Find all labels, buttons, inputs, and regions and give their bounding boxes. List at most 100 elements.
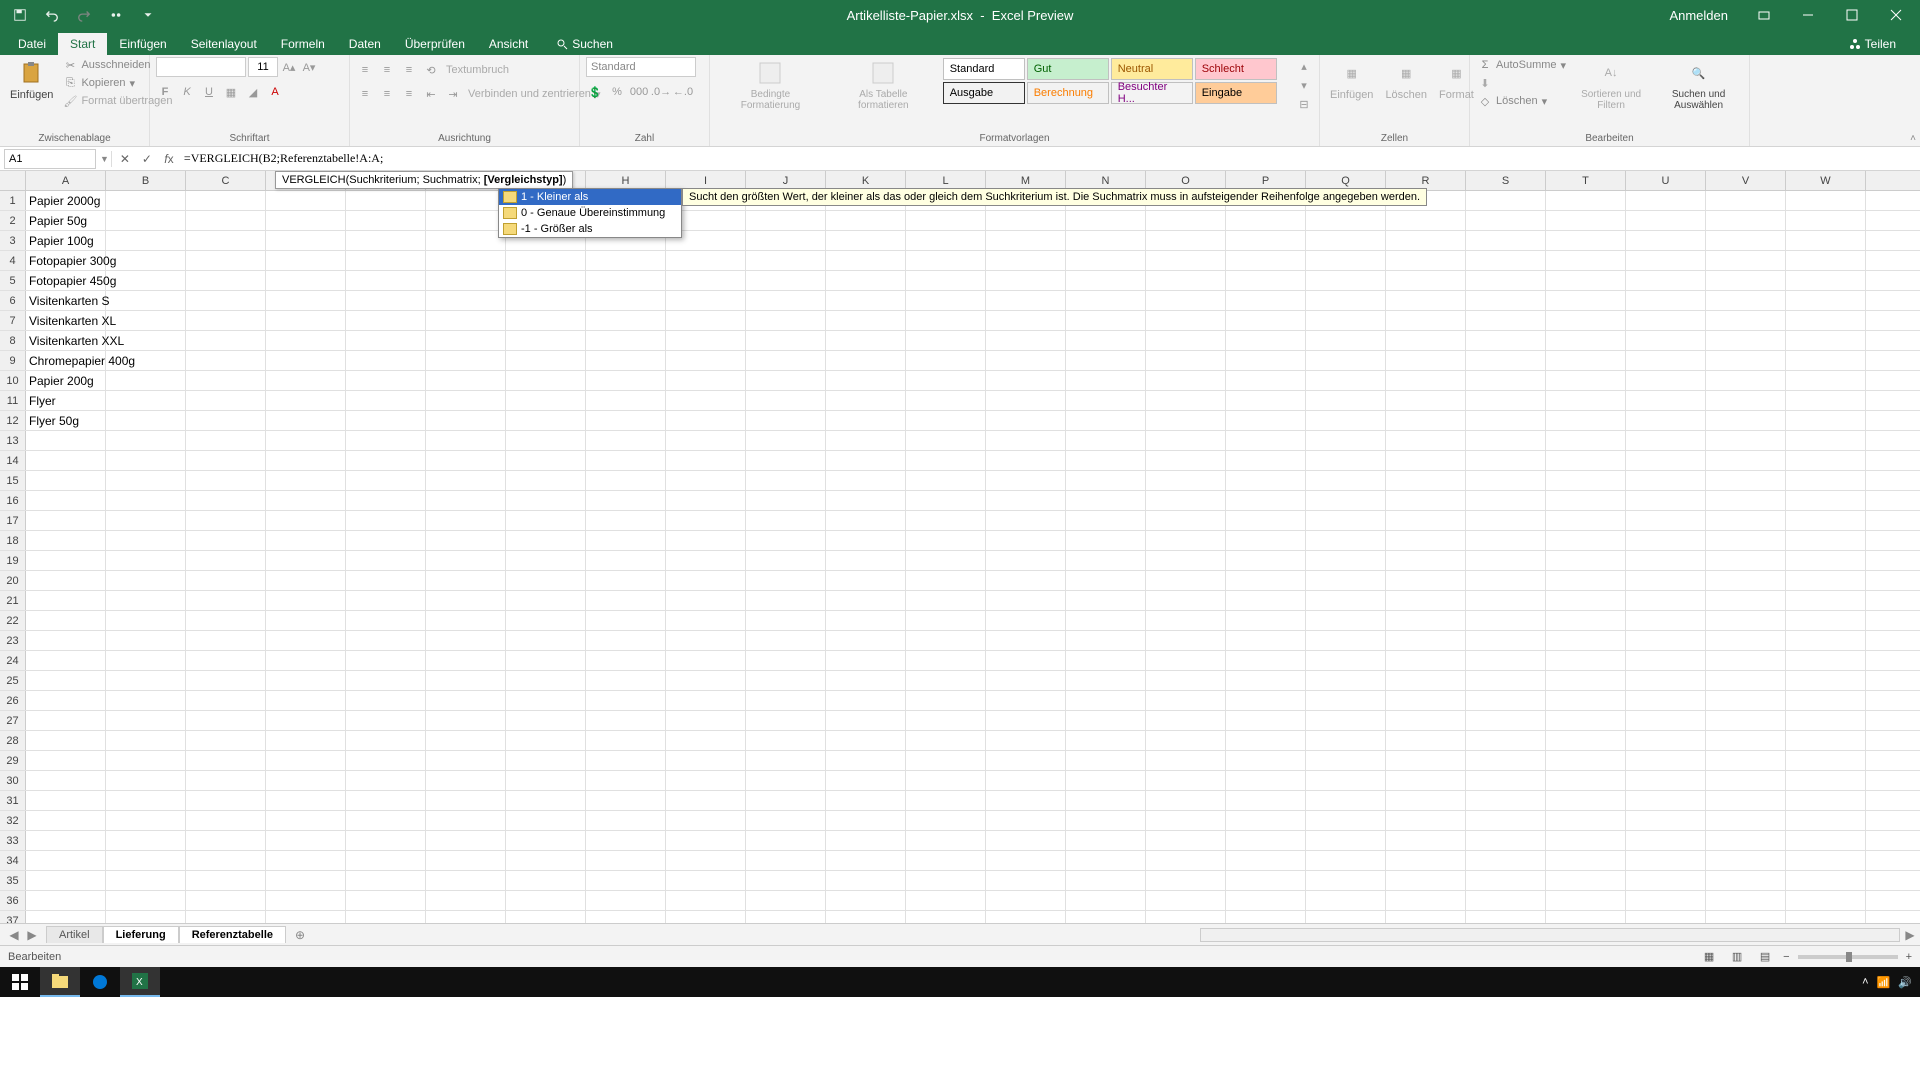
cell[interactable] (346, 331, 426, 350)
col-header[interactable]: C (186, 171, 266, 190)
cell[interactable] (1066, 611, 1146, 630)
cell[interactable] (1546, 251, 1626, 270)
cell[interactable] (426, 871, 506, 890)
sort-filter-button[interactable]: A↓Sortieren und Filtern (1572, 57, 1650, 113)
cell[interactable] (426, 271, 506, 290)
cell[interactable] (1786, 211, 1866, 230)
cell[interactable] (106, 551, 186, 570)
cell[interactable] (106, 191, 186, 210)
row-header[interactable]: 20 (0, 571, 26, 590)
row-header[interactable]: 12 (0, 411, 26, 430)
cell[interactable] (426, 371, 506, 390)
cell[interactable] (906, 551, 986, 570)
cell[interactable] (1546, 611, 1626, 630)
cell[interactable] (1226, 651, 1306, 670)
cell[interactable] (746, 811, 826, 830)
cell[interactable] (1626, 811, 1706, 830)
cell[interactable] (186, 271, 266, 290)
cell[interactable] (1706, 291, 1786, 310)
cell[interactable] (1626, 391, 1706, 410)
cell[interactable] (1466, 691, 1546, 710)
cell[interactable] (666, 551, 746, 570)
cell[interactable] (1546, 471, 1626, 490)
cell[interactable] (666, 491, 746, 510)
cell[interactable] (26, 531, 106, 550)
cell[interactable] (666, 771, 746, 790)
cell[interactable] (1386, 351, 1466, 370)
cell[interactable] (266, 411, 346, 430)
ribbon-display-icon[interactable] (1744, 0, 1784, 30)
cell[interactable] (186, 291, 266, 310)
cell[interactable] (666, 411, 746, 430)
cell[interactable] (1066, 631, 1146, 650)
cell[interactable] (1386, 871, 1466, 890)
cell[interactable] (1146, 511, 1226, 530)
cell[interactable] (746, 771, 826, 790)
number-format-select[interactable] (586, 57, 696, 77)
cell[interactable] (986, 431, 1066, 450)
cell[interactable] (106, 331, 186, 350)
align-center-icon[interactable]: ≡ (378, 85, 396, 103)
cell[interactable] (1706, 711, 1786, 730)
cell[interactable] (106, 351, 186, 370)
cell[interactable] (1066, 591, 1146, 610)
cancel-formula-button[interactable]: ✕ (114, 149, 136, 169)
cell[interactable] (426, 651, 506, 670)
font-name-input[interactable] (156, 57, 246, 77)
cell[interactable] (106, 271, 186, 290)
cell[interactable] (106, 731, 186, 750)
cell[interactable] (1546, 531, 1626, 550)
cell[interactable] (586, 891, 666, 910)
cell[interactable] (1626, 191, 1706, 210)
cell[interactable] (746, 271, 826, 290)
cell[interactable] (746, 671, 826, 690)
cell[interactable] (666, 291, 746, 310)
cell[interactable] (26, 431, 106, 450)
cell[interactable] (1146, 751, 1226, 770)
cell[interactable] (1786, 671, 1866, 690)
select-all-corner[interactable] (0, 171, 26, 190)
cell[interactable] (1706, 591, 1786, 610)
cell[interactable] (1546, 791, 1626, 810)
cell[interactable] (1306, 311, 1386, 330)
cell[interactable] (586, 911, 666, 923)
cell[interactable] (266, 811, 346, 830)
cell[interactable] (1546, 771, 1626, 790)
cell[interactable] (106, 211, 186, 230)
cell[interactable] (826, 411, 906, 430)
cell[interactable] (1626, 271, 1706, 290)
cell[interactable] (1706, 371, 1786, 390)
cell[interactable] (426, 551, 506, 570)
cell[interactable] (826, 371, 906, 390)
col-header[interactable]: B (106, 171, 186, 190)
cell[interactable] (506, 851, 586, 870)
style-standard[interactable]: Standard (943, 58, 1025, 80)
tab-insert[interactable]: Einfügen (107, 33, 178, 55)
cell[interactable] (746, 331, 826, 350)
cell[interactable] (506, 391, 586, 410)
cell[interactable] (506, 771, 586, 790)
cell[interactable] (1386, 811, 1466, 830)
cell[interactable] (986, 671, 1066, 690)
cell[interactable] (1546, 651, 1626, 670)
cell[interactable] (1546, 891, 1626, 910)
cell[interactable] (186, 671, 266, 690)
cell[interactable] (1546, 211, 1626, 230)
cell[interactable] (1626, 791, 1706, 810)
cell[interactable] (106, 511, 186, 530)
cell[interactable] (1466, 611, 1546, 630)
cell[interactable] (186, 191, 266, 210)
cell[interactable] (1626, 431, 1706, 450)
cell[interactable] (346, 711, 426, 730)
cell[interactable] (346, 511, 426, 530)
cell[interactable] (266, 591, 346, 610)
cell[interactable] (26, 731, 106, 750)
comma-icon[interactable]: 000 (630, 83, 648, 101)
indent-dec-icon[interactable]: ⇤ (422, 85, 440, 103)
zoom-slider[interactable] (1798, 955, 1898, 959)
cell[interactable] (1146, 551, 1226, 570)
cell[interactable] (26, 491, 106, 510)
cell[interactable] (1226, 671, 1306, 690)
cell[interactable] (826, 231, 906, 250)
cell[interactable] (1786, 891, 1866, 910)
